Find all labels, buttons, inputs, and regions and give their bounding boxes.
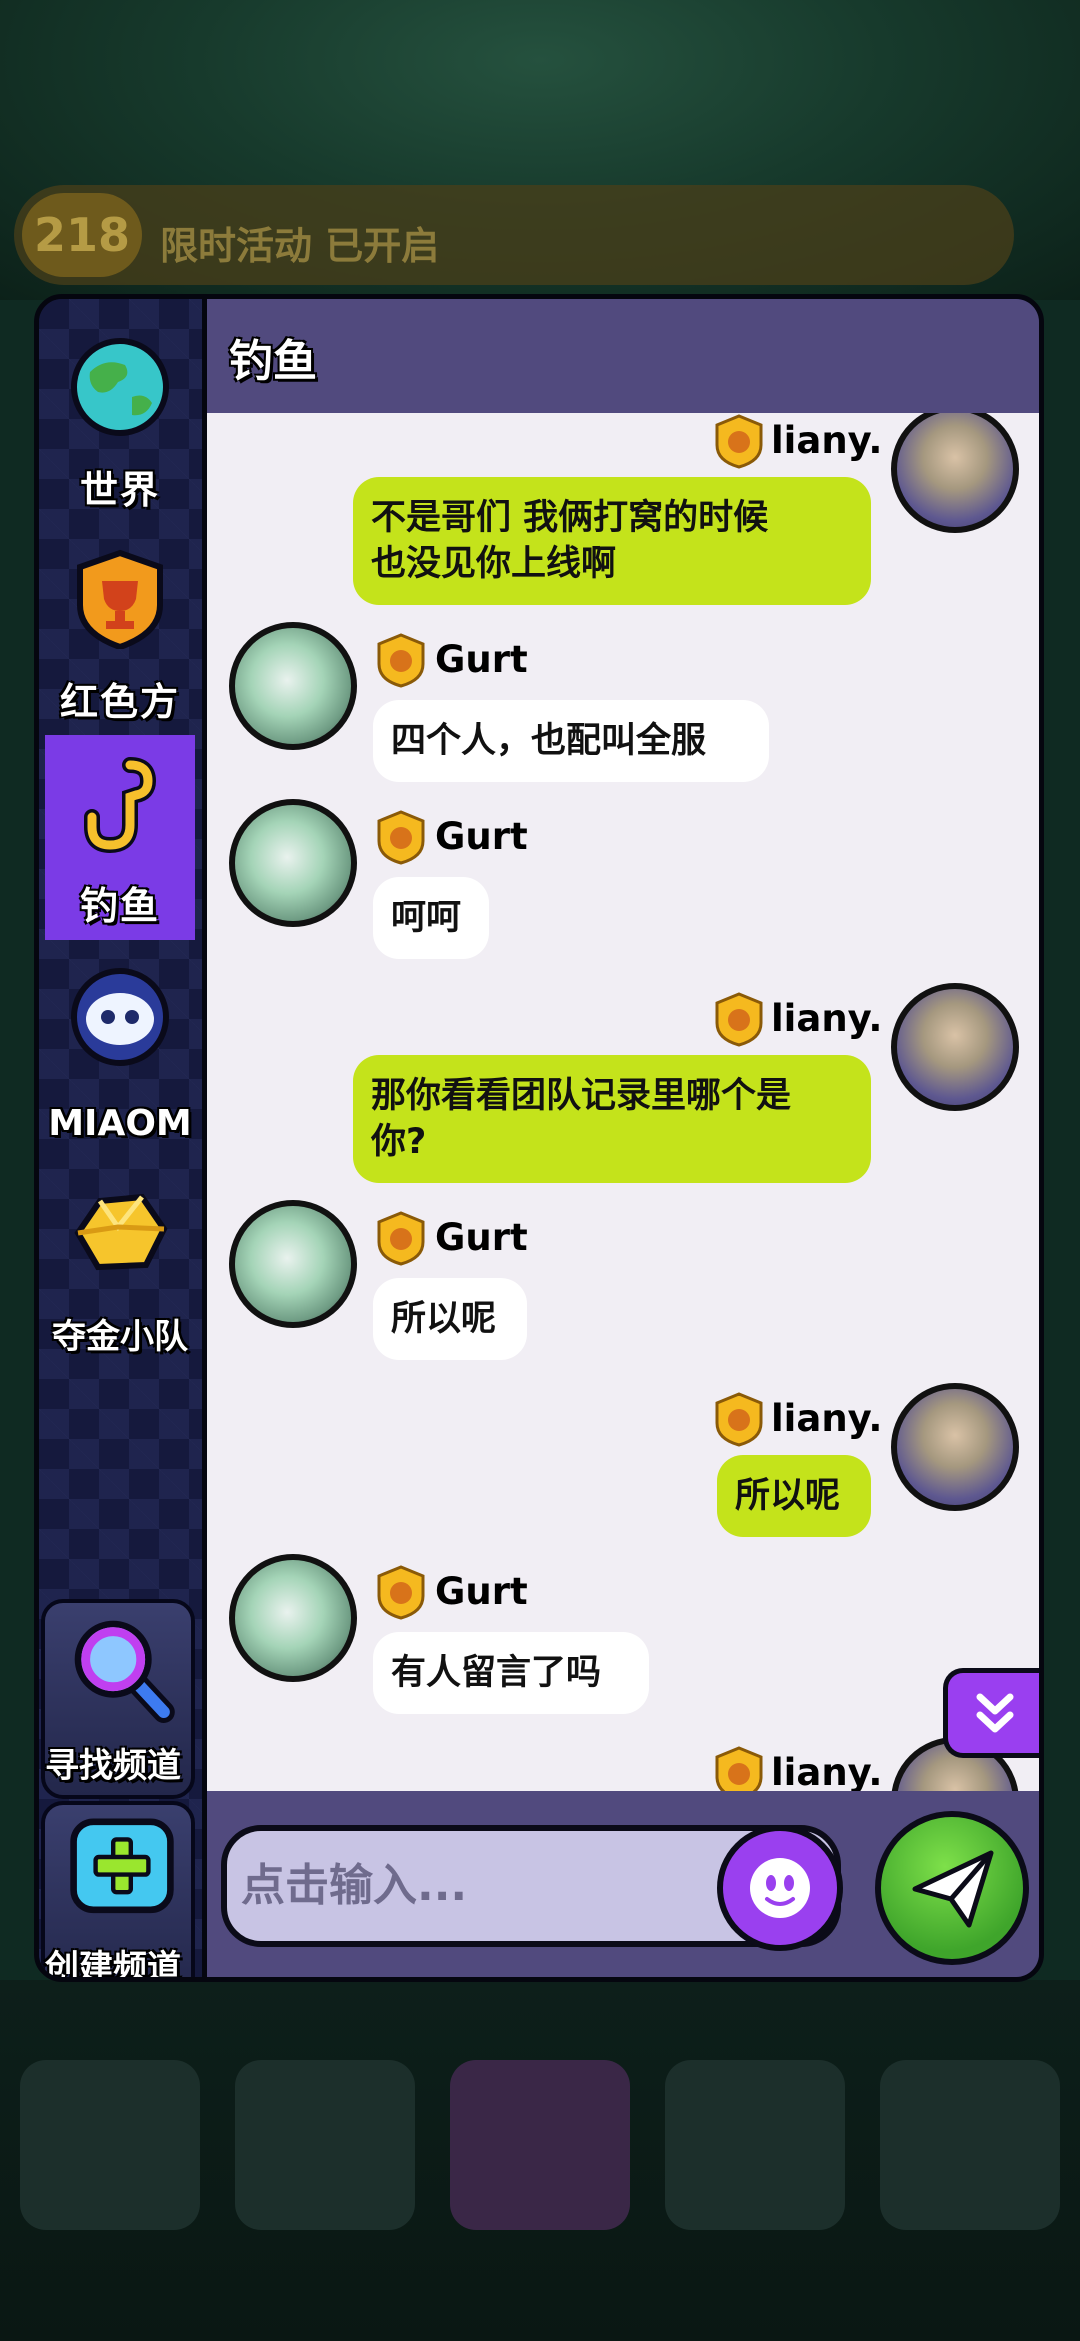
message-text-line: 也没见你上线啊 — [371, 544, 617, 584]
plus-icon — [70, 1818, 174, 1914]
trophy-shield-icon — [77, 549, 163, 649]
sender-name: Gurt — [435, 815, 528, 858]
avatar[interactable] — [891, 413, 1019, 533]
find-channel-button[interactable]: 寻找频道 — [41, 1599, 195, 1799]
sidebar-item-world[interactable]: 世界 — [45, 319, 195, 524]
rank-badge-icon — [377, 810, 425, 865]
sender-name: liany. — [771, 1397, 883, 1440]
gold-nugget-icon — [74, 1193, 168, 1271]
avatar[interactable] — [891, 1383, 1019, 1511]
sender-name-row: Gurt — [373, 632, 533, 688]
bottom-tab-mode — [235, 2060, 415, 2230]
bottom-tab-shop — [880, 2060, 1060, 2230]
message-list[interactable]: liany. 不是哥们 我俩打窝的时候 也没见你上线啊 Gurt 四个人，也配叫… — [207, 413, 1039, 1791]
chat-header: 钓鱼 — [207, 299, 1039, 413]
create-channel-label: 创建频道 — [45, 1948, 181, 1982]
message-bubble: 那你看看团队记录里哪个是 你? — [353, 1055, 871, 1183]
sidebar-item-miaom[interactable]: MIAOM — [45, 949, 195, 1154]
message-bubble: 四个人，也配叫全服 — [373, 700, 769, 782]
avatar[interactable] — [229, 1200, 357, 1328]
scroll-to-bottom-button[interactable] — [943, 1668, 1039, 1758]
send-button[interactable] — [875, 1811, 1029, 1965]
sender-name-row: Gurt — [373, 1564, 533, 1620]
sender-name: liany. — [771, 419, 883, 462]
rank-badge-icon — [377, 633, 425, 688]
globe-icon — [71, 338, 169, 436]
sidebar-item-label: MIAOM — [48, 1103, 192, 1144]
rank-badge-icon — [377, 1211, 425, 1266]
message-bubble: 所以呢 — [373, 1278, 527, 1360]
create-channel-button[interactable]: 创建频道 — [41, 1801, 195, 1982]
emoji-icon — [750, 1858, 810, 1918]
sidebar-item-label: 钓鱼 — [79, 884, 160, 928]
sidebar-item-label: 红色方 — [59, 680, 180, 724]
sender-name: Gurt — [435, 638, 528, 681]
avatar[interactable] — [229, 622, 357, 750]
rank-badge-icon — [715, 414, 763, 469]
message-bubble: 所以呢 — [717, 1455, 871, 1537]
sidebar-item-gold-squad[interactable]: 夺金小队 — [45, 1163, 195, 1368]
bottom-tab-battle — [20, 2060, 200, 2230]
paper-plane-icon — [912, 1850, 994, 1928]
message-text-line: 所以呢 — [391, 1299, 497, 1339]
rank-badge-icon — [715, 1746, 763, 1791]
message-bubble: 不是哥们 我俩打窝的时候 也没见你上线啊 — [353, 477, 871, 605]
fishing-hook-icon — [84, 757, 157, 853]
sidebar-item-fishing[interactable]: 钓鱼 — [45, 735, 195, 940]
message-text-line: 所以呢 — [735, 1476, 841, 1516]
find-channel-label: 寻找频道 — [45, 1746, 181, 1786]
bottom-tab-team — [665, 2060, 845, 2230]
message-bubble: 有人留言了吗 — [373, 1632, 649, 1714]
rank-badge-icon — [715, 1392, 763, 1447]
sender-name: Gurt — [435, 1216, 528, 1259]
sender-name-row: liany. — [711, 1391, 883, 1447]
avatar[interactable] — [891, 983, 1019, 1111]
chat-panel: 世界 红色方 钓鱼 MIAOM 夺金小队 寻找频道 创建频道 钓鱼 liany.… — [34, 294, 1044, 1982]
level-badge: 218 — [22, 193, 142, 277]
sender-name: liany. — [771, 1751, 883, 1791]
emoji-button[interactable] — [717, 1825, 843, 1951]
message-text-line: 你? — [371, 1122, 427, 1162]
sidebar-item-label: 夺金小队 — [52, 1317, 188, 1357]
sidebar-item-red-team[interactable]: 红色方 — [45, 531, 195, 736]
message-text-line: 那你看看团队记录里哪个是 — [371, 1076, 792, 1116]
channel-sidebar: 世界 红色方 钓鱼 MIAOM 夺金小队 寻找频道 创建频道 — [39, 299, 207, 1977]
sender-name-row: Gurt — [373, 809, 533, 865]
sender-name: Gurt — [435, 1570, 528, 1613]
sender-name-row: liany. — [711, 413, 883, 469]
guild-emblem-icon — [71, 968, 169, 1066]
level-banner-text: 限时活动 已开启 — [160, 224, 440, 268]
message-text-line: 四个人，也配叫全服 — [391, 721, 707, 761]
message-text-line: 不是哥们 我俩打窝的时候 — [371, 498, 769, 538]
message-bubble: 呵呵 — [373, 877, 489, 959]
rank-badge-icon — [377, 1565, 425, 1620]
message-text-line: 呵呵 — [391, 898, 462, 938]
sender-name-row: Gurt — [373, 1210, 533, 1266]
double-chevron-down-icon — [976, 1693, 1014, 1733]
sender-name: liany. — [771, 997, 883, 1040]
chat-title: 钓鱼 — [229, 336, 317, 387]
message-input-bar: 点击输入... — [207, 1791, 1039, 1977]
avatar[interactable] — [229, 1554, 357, 1682]
sidebar-item-label: 世界 — [79, 468, 160, 512]
sender-name-row: liany. — [711, 991, 883, 1047]
avatar[interactable] — [229, 799, 357, 927]
rank-badge-icon — [715, 992, 763, 1047]
sender-name-row: liany. — [711, 1745, 883, 1791]
bottom-tab-home — [450, 2060, 630, 2230]
message-text-line: 有人留言了吗 — [391, 1653, 602, 1693]
magnifier-icon — [74, 1620, 175, 1723]
